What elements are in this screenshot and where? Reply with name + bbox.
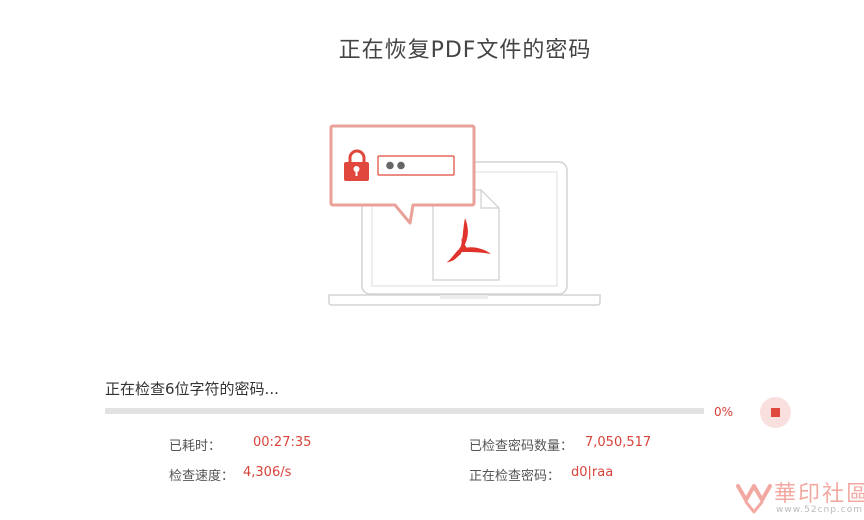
watermark-logo-icon [736,484,772,514]
progress-bar [105,408,704,414]
current-password-value: d0|raa [571,465,614,480]
stop-button[interactable] [760,397,791,428]
speed-value: 4,306/s [243,465,292,480]
watermark-url: www.52cnp.com [776,505,864,515]
watermark-text: 華印社區 [774,482,864,507]
progress-percent: 0% [714,405,734,419]
password-field-icon [377,155,455,176]
current-password: 正在检查密码： d0|raa [469,465,613,484]
checked-count-value: 7,050,517 [585,435,652,450]
checked-count: 已检查密码数量： 7,050,517 [469,435,651,454]
illustration [328,124,601,306]
elapsed-value: 00:27:35 [253,435,312,450]
check-speed: 检查速度： 4,306/s [169,465,291,484]
elapsed-label: 已耗时： [169,439,222,454]
stop-icon [771,408,780,417]
elapsed-time: 已耗时： 00:27:35 [169,435,311,454]
current-password-label: 正在检查密码： [469,469,561,484]
status-text: 正在检查6位字符的密码... [105,380,279,398]
watermark: 華印社區 www.52cnp.com [732,478,864,516]
speed-label: 检查速度： [169,469,235,484]
checked-count-label: 已检查密码数量： [469,439,574,454]
